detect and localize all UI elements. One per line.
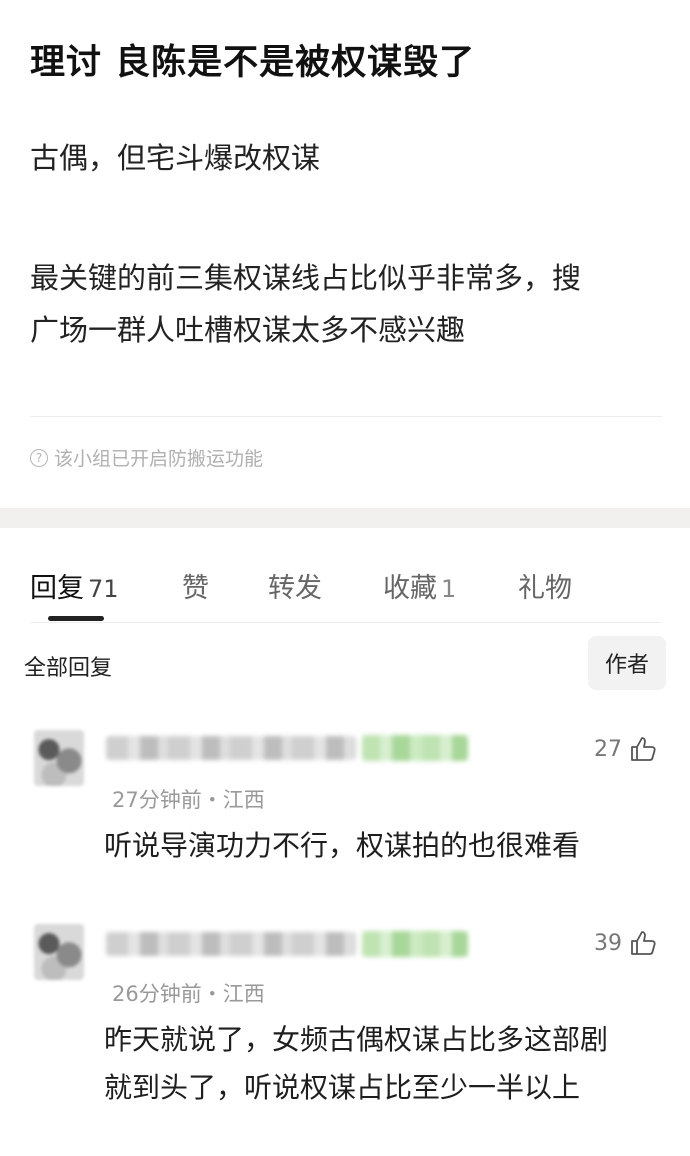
tab-likes-label: 赞 — [182, 573, 209, 604]
username-blurred[interactable] — [106, 932, 356, 956]
anti-repost-notice-text: 该小组已开启防搬运功能 — [54, 448, 264, 470]
tab-likes[interactable]: 赞 — [182, 566, 209, 605]
post-paragraph-2-line-2: 广场一群人吐槽权谋太多不感兴趣 — [30, 313, 466, 347]
avatar[interactable] — [34, 730, 84, 786]
anti-repost-notice: ? 该小组已开启防搬运功能 — [30, 444, 263, 471]
comment-text-line-1: 昨天就说了，女频古偶权谋占比多这部剧 — [104, 1023, 609, 1056]
like-control[interactable]: 27 — [594, 734, 658, 764]
like-count: 27 — [594, 736, 622, 762]
tab-favorites-count: 1 — [441, 575, 457, 603]
author-only-button[interactable]: 作者 — [588, 636, 666, 690]
interaction-tabs: 回复 71 赞 转发 收藏 1 礼物 — [0, 528, 690, 624]
comment-text-line-2: 就到头了，听说权谋占比至少一半以上 — [104, 1071, 581, 1104]
avatar[interactable] — [34, 924, 84, 980]
like-count: 39 — [594, 930, 622, 956]
thumbs-up-icon[interactable] — [628, 928, 658, 958]
tab-replies[interactable]: 回复 71 — [30, 566, 119, 605]
post-paragraph-2: 最关键的前三集权谋线占比似乎非常多，搜 广场一群人吐槽权谋太多不感兴趣 — [30, 252, 670, 356]
tab-gifts-label: 礼物 — [518, 573, 572, 604]
user-badge-blurred — [362, 931, 468, 957]
comment-text-line-1: 听说导演功力不行，权谋拍的也很难看 — [104, 829, 581, 862]
tab-favorites-label: 收藏 — [383, 573, 437, 604]
post-paragraph-2-line-1: 最关键的前三集权谋线占比似乎非常多，搜 — [30, 261, 582, 295]
active-tab-indicator — [48, 616, 104, 621]
tab-replies-label: 回复 — [30, 573, 84, 604]
post-paragraph-1: 古偶，但宅斗爆改权谋 — [30, 141, 321, 175]
comment-text: 听说导演功力不行，权谋拍的也很难看 — [104, 822, 664, 870]
like-control[interactable]: 39 — [594, 928, 658, 958]
user-badge-blurred — [362, 735, 468, 761]
comment-meta: 26分钟前・江西 — [112, 982, 265, 1006]
post-divider — [30, 416, 662, 417]
post-card: 理讨 良陈是不是被权谋毁了 古偶，但宅斗爆改权谋 最关键的前三集权谋线占比似乎非… — [0, 0, 690, 508]
tabs-divider — [30, 622, 662, 623]
tab-reposts[interactable]: 转发 — [268, 566, 322, 605]
all-replies-filter[interactable]: 全部回复 — [24, 650, 112, 682]
comment-meta: 27分钟前・江西 — [112, 788, 265, 812]
comment-text: 昨天就说了，女频古偶权谋占比多这部剧 就到头了，听说权谋占比至少一半以上 — [104, 1016, 664, 1112]
tab-gifts[interactable]: 礼物 — [518, 566, 572, 605]
tab-favorites[interactable]: 收藏 1 — [383, 566, 456, 605]
username-blurred[interactable] — [106, 736, 356, 760]
section-separator — [0, 508, 690, 528]
thumbs-up-icon[interactable] — [628, 734, 658, 764]
tab-replies-count: 71 — [88, 575, 119, 603]
tab-reposts-label: 转发 — [268, 573, 322, 604]
post-title: 理讨 良陈是不是被权谋毁了 — [30, 43, 476, 83]
question-circle-icon[interactable]: ? — [30, 448, 48, 467]
